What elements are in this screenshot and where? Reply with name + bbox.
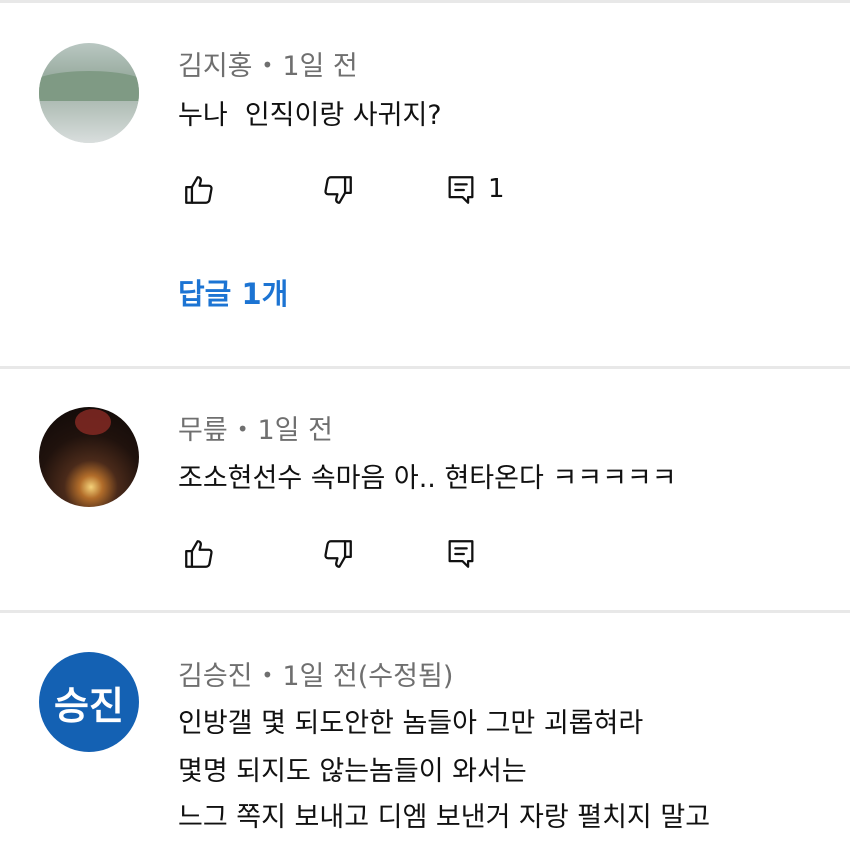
comment-icon [448, 176, 474, 204]
comment-text-line: 느그 쪽지 보내고 디엠 보낸거 자랑 펼치지 말고 [178, 802, 711, 833]
comment-meta: 김승진 • 1일 전(수정됨) [178, 654, 453, 693]
thumbs-up-icon [185, 176, 213, 204]
meta-separator: • [261, 663, 274, 687]
reply-button[interactable] [441, 534, 481, 574]
comment-meta: 무릎 • 1일 전 [178, 408, 333, 447]
view-replies-link[interactable]: 답글 1개 [178, 271, 288, 313]
reply-count: 1 [488, 174, 505, 204]
avatar[interactable]: 승진 [39, 652, 139, 752]
comment-meta: 김지홍 • 1일 전 [178, 44, 358, 83]
meta-separator: • [236, 417, 249, 441]
comment-time: 1일 전 [257, 415, 333, 446]
comment-icon [448, 540, 474, 568]
thumbs-up-icon [185, 540, 213, 568]
comment-time: 1일 전(수정됨) [282, 661, 454, 692]
divider [0, 0, 850, 3]
comments-page: 김지홍 • 1일 전 누나 인직이랑 사귀지? 1 답글 1개 무릎 • 1일 … [0, 0, 850, 845]
avatar[interactable] [39, 43, 139, 143]
thumbs-down-icon [324, 540, 352, 568]
comment-text: 누나 인직이랑 사귀지? [178, 100, 442, 131]
avatar-glow [75, 409, 111, 435]
like-button[interactable] [179, 170, 219, 210]
thumbs-down-icon [324, 176, 352, 204]
avatar-water [39, 101, 139, 143]
comment-text-line: 몇명 되지도 않는놈들이 와서는 [178, 756, 527, 787]
like-button[interactable] [179, 534, 219, 574]
comment-author[interactable]: 무릎 [178, 415, 228, 446]
avatar-landscape [39, 71, 139, 101]
comment-author[interactable]: 김승진 [178, 661, 253, 692]
comment-author[interactable]: 김지홍 [178, 51, 253, 82]
comment-time: 1일 전 [282, 51, 358, 82]
comment-text-line: 인방갤 몇 되도안한 놈들아 그만 괴롭혀라 [178, 708, 644, 739]
avatar[interactable] [39, 407, 139, 507]
meta-separator: • [261, 53, 274, 77]
reply-button[interactable] [441, 170, 481, 210]
divider [0, 366, 850, 369]
avatar-initials: 승진 [54, 683, 124, 728]
comment-text: 조소현선수 속마음 아.. 현타온다 ㅋㅋㅋㅋㅋ [178, 463, 677, 494]
divider [0, 610, 850, 613]
dislike-button[interactable] [318, 170, 358, 210]
dislike-button[interactable] [318, 534, 358, 574]
